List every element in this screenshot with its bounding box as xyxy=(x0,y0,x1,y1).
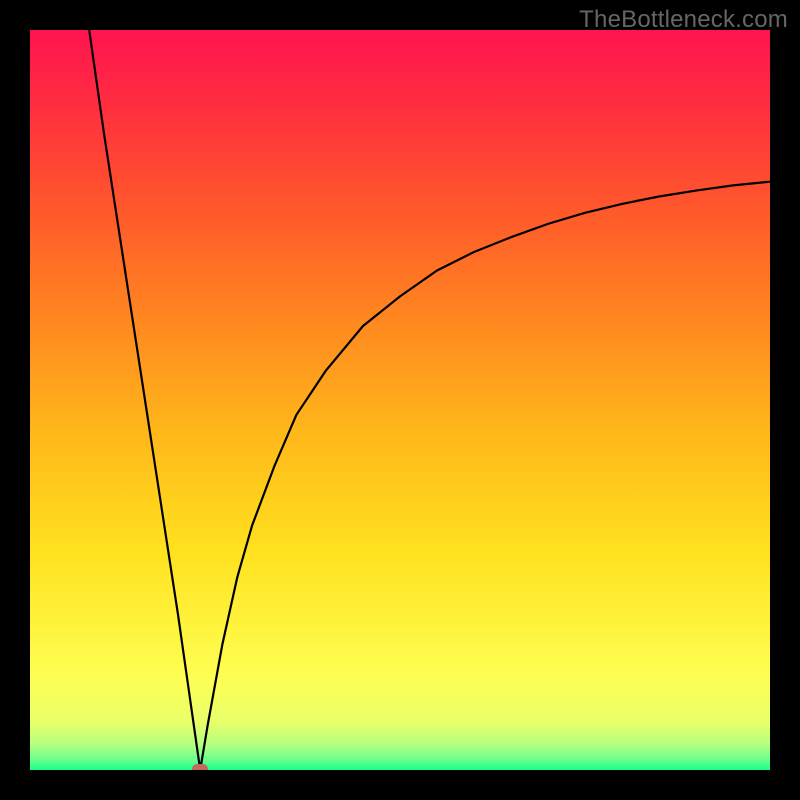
background-gradient xyxy=(30,30,770,770)
chart-frame: TheBottleneck.com xyxy=(0,0,800,800)
minimum-marker xyxy=(192,764,208,770)
plot-area xyxy=(30,30,770,770)
watermark-text: TheBottleneck.com xyxy=(579,6,788,34)
